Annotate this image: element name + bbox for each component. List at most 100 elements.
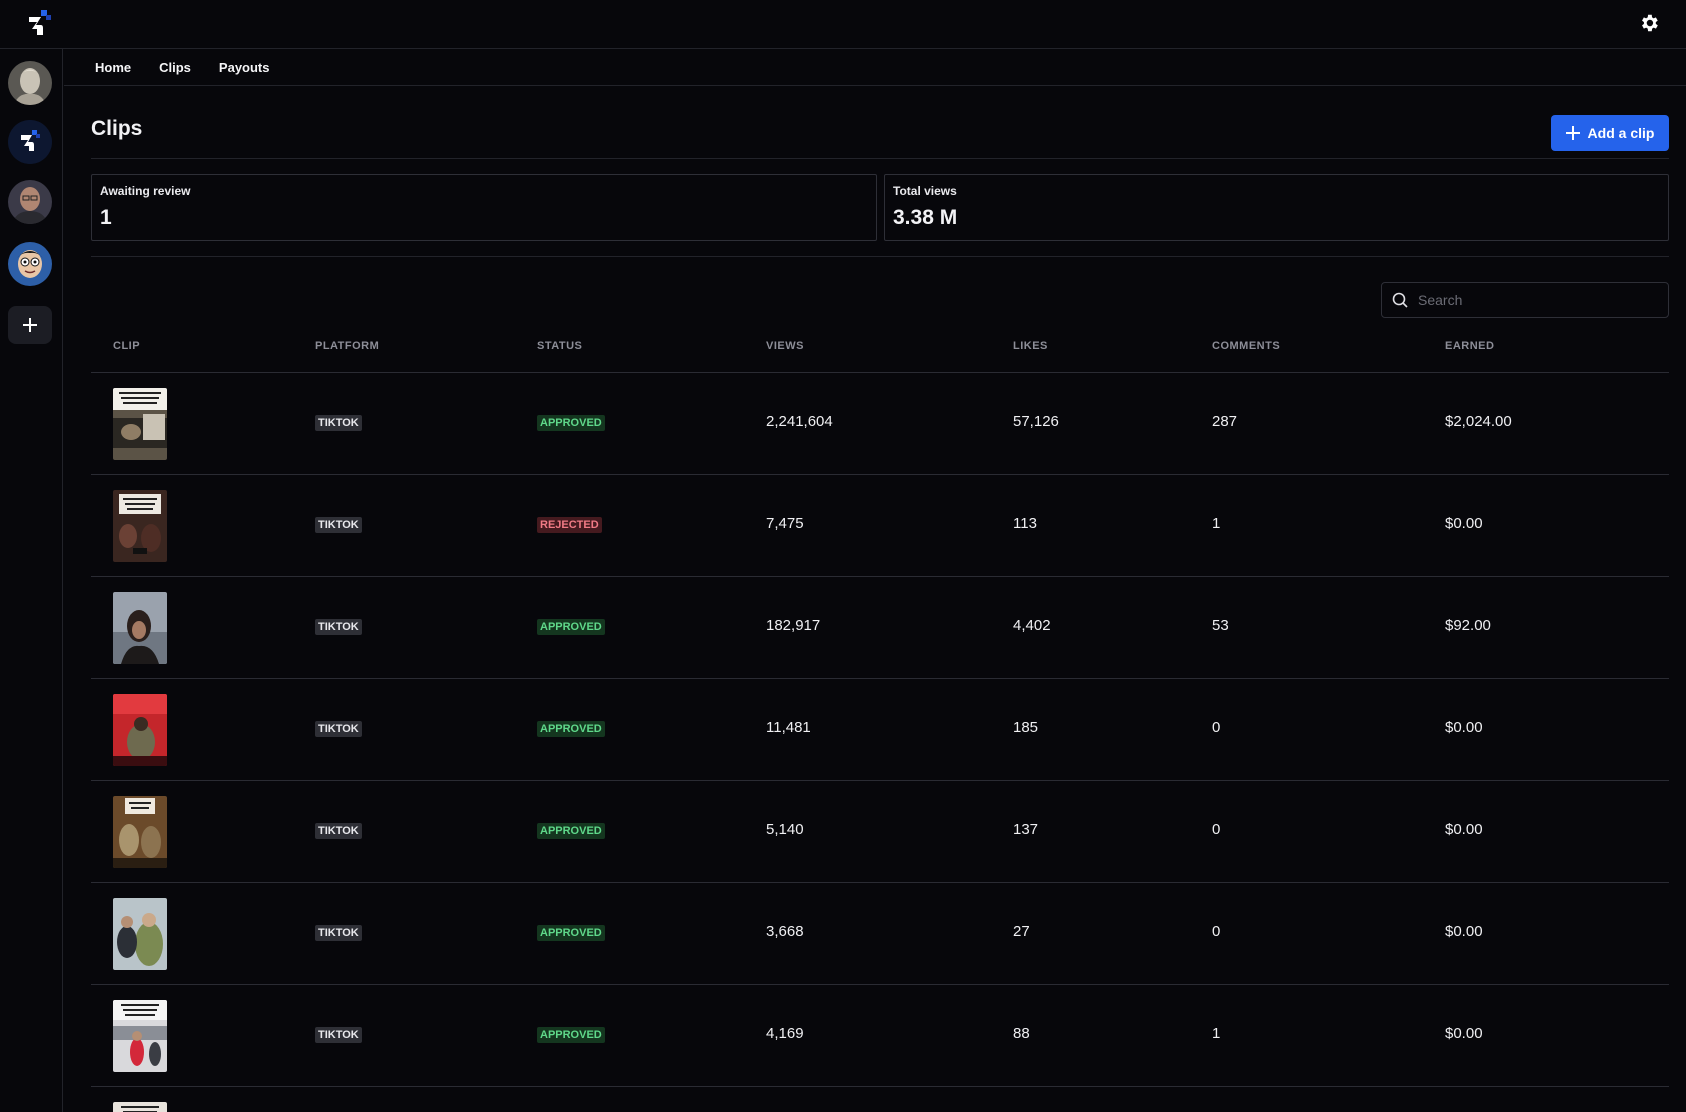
earned-value: $0.00 [1445, 515, 1483, 532]
comments-value: 0 [1212, 923, 1221, 940]
cartoon-avatar-icon [8, 242, 52, 286]
likes-value: 57,126 [1013, 413, 1059, 430]
likes-value: 4,402 [1013, 617, 1051, 634]
clip-thumbnail-image [113, 388, 167, 460]
comments-value: 287 [1212, 413, 1238, 430]
person-avatar-icon [8, 180, 52, 224]
divider [91, 158, 1669, 159]
status-badge: APPROVED [537, 823, 605, 839]
stat-label: Total views [893, 184, 957, 198]
nav-home[interactable]: Home [95, 60, 131, 75]
stat-label: Awaiting review [100, 184, 191, 198]
column-header-likes[interactable]: LIKES [1013, 340, 1048, 352]
likes-value: 137 [1013, 821, 1039, 838]
add-workspace-button[interactable] [8, 306, 52, 344]
views-value: 3,668 [766, 923, 804, 940]
likes-value: 113 [1013, 515, 1037, 532]
status-badge: APPROVED [537, 619, 605, 635]
clip-thumbnail[interactable] [113, 1000, 167, 1072]
table-row[interactable]: TIKTOK APPROVED 11,481 185 0 $0.00 [91, 679, 1669, 781]
nav-clips[interactable]: Clips [159, 60, 191, 75]
comments-value: 1 [1212, 515, 1221, 532]
likes-value: 27 [1013, 923, 1030, 940]
stat-card-awaiting-review: Awaiting review 1 [91, 174, 877, 241]
table-row[interactable]: TIKTOK REJECTED 7,475 113 1 $0.00 [91, 475, 1669, 577]
views-value: 4,169 [766, 1025, 804, 1042]
search-icon [1392, 292, 1408, 308]
earned-value: $0.00 [1445, 1025, 1483, 1042]
earned-value: $92.00 [1445, 617, 1491, 634]
status-badge: REJECTED [537, 517, 602, 533]
platform-badge: TIKTOK [315, 823, 362, 839]
comments-value: 0 [1212, 821, 1221, 838]
search-box[interactable] [1381, 282, 1669, 318]
brand-avatar-icon [8, 120, 52, 164]
earned-value: $0.00 [1445, 719, 1483, 736]
brand-logo-icon[interactable] [26, 9, 52, 37]
status-badge: APPROVED [537, 1027, 605, 1043]
clip-thumbnail[interactable] [113, 592, 167, 664]
top-nav: Home Clips Payouts [64, 49, 1686, 86]
clip-thumbnail-image [113, 796, 167, 868]
plus-icon [23, 318, 37, 332]
divider [91, 256, 1669, 257]
table-row[interactable]: TIKTOK APPROVED 5,140 137 0 $0.00 [91, 781, 1669, 883]
column-header-clip[interactable]: CLIP [113, 340, 140, 352]
platform-badge: TIKTOK [315, 619, 362, 635]
clip-thumbnail[interactable] [113, 694, 167, 766]
comments-value: 0 [1212, 719, 1221, 736]
likes-value: 88 [1013, 1025, 1030, 1042]
table-row[interactable]: TIKTOK APPROVED 182,917 4,402 53 $92.00 [91, 577, 1669, 679]
views-value: 11,481 [766, 719, 811, 736]
clip-thumbnail[interactable] [113, 388, 167, 460]
avatar-workspace-4[interactable] [8, 242, 52, 286]
avatar-workspace-2[interactable] [8, 120, 52, 164]
statue-avatar-icon [8, 61, 52, 105]
likes-value: 185 [1013, 719, 1039, 736]
status-badge: APPROVED [537, 721, 605, 737]
avatar-workspace-1[interactable] [8, 61, 52, 105]
table-row[interactable] [91, 1087, 1669, 1112]
stat-value: 3.38 M [893, 206, 958, 229]
clip-thumbnail[interactable] [113, 796, 167, 868]
stat-card-total-views: Total views 3.38 M [884, 174, 1669, 241]
add-clip-button[interactable]: Add a clip [1551, 115, 1669, 151]
platform-badge: TIKTOK [315, 517, 362, 533]
clip-thumbnail[interactable] [113, 490, 167, 562]
page-title: Clips [91, 117, 143, 140]
table-row[interactable]: TIKTOK APPROVED 3,668 27 0 $0.00 [91, 883, 1669, 985]
top-bar [0, 0, 1686, 49]
clip-thumbnail-image [113, 898, 167, 970]
workspace-rail [0, 49, 63, 1112]
plus-icon [1565, 126, 1580, 140]
table-row[interactable]: TIKTOK APPROVED 4,169 88 1 $0.00 [91, 985, 1669, 1087]
clip-thumbnail-image [113, 592, 167, 664]
views-value: 7,475 [766, 515, 804, 532]
platform-badge: TIKTOK [315, 1027, 362, 1043]
earned-value: $0.00 [1445, 821, 1483, 838]
views-value: 182,917 [766, 617, 821, 634]
column-header-views[interactable]: VIEWS [766, 340, 804, 352]
status-badge: APPROVED [537, 415, 605, 431]
column-header-comments[interactable]: COMMENTS [1212, 340, 1280, 352]
platform-badge: TIKTOK [315, 415, 362, 431]
avatar-workspace-3[interactable] [8, 180, 52, 224]
clip-thumbnail-image [113, 490, 167, 562]
clip-thumbnail-image [113, 1000, 167, 1072]
column-header-platform[interactable]: PLATFORM [315, 340, 379, 352]
column-header-earned[interactable]: EARNED [1445, 340, 1494, 352]
add-clip-label: Add a clip [1587, 125, 1655, 141]
gear-icon[interactable] [1638, 12, 1660, 34]
views-value: 2,241,604 [766, 413, 833, 430]
clip-thumbnail-image [113, 694, 167, 766]
platform-badge: TIKTOK [315, 925, 362, 941]
stat-value: 1 [100, 206, 112, 229]
search-input[interactable] [1418, 292, 1648, 308]
clips-table-body: TIKTOK APPROVED 2,241,604 57,126 287 $2,… [91, 373, 1669, 1112]
clip-thumbnail[interactable] [113, 1102, 167, 1112]
clip-thumbnail[interactable] [113, 898, 167, 970]
column-header-status[interactable]: STATUS [537, 340, 582, 352]
table-row[interactable]: TIKTOK APPROVED 2,241,604 57,126 287 $2,… [91, 373, 1669, 475]
platform-badge: TIKTOK [315, 721, 362, 737]
nav-payouts[interactable]: Payouts [219, 60, 270, 75]
